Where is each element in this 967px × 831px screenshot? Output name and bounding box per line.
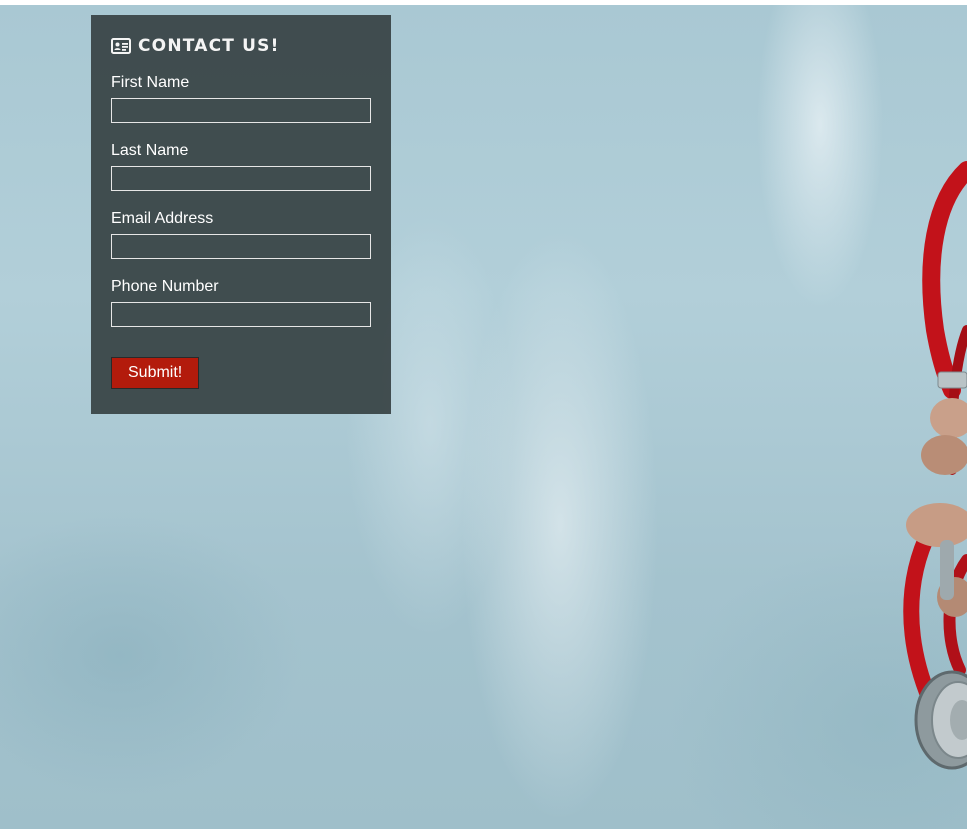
email-field-group: Email Address xyxy=(111,210,371,259)
last-name-input[interactable] xyxy=(111,166,371,191)
contact-form-title-text: CONTACT US! xyxy=(138,36,280,56)
email-label: Email Address xyxy=(111,210,214,227)
submit-button[interactable]: Submit! xyxy=(111,357,200,389)
phone-label: Phone Number xyxy=(111,278,219,295)
email-input[interactable] xyxy=(111,234,371,259)
first-name-field-group: First Name xyxy=(111,74,371,123)
first-name-label: First Name xyxy=(111,74,190,91)
contact-card-icon xyxy=(111,38,131,54)
phone-input[interactable] xyxy=(111,302,371,327)
phone-field-group: Phone Number xyxy=(111,278,371,327)
last-name-field-group: Last Name xyxy=(111,142,371,191)
last-name-label: Last Name xyxy=(111,142,189,159)
first-name-input[interactable] xyxy=(111,98,371,123)
contact-form-title: CONTACT US! xyxy=(111,35,371,57)
contact-form: CONTACT US! First Name Last Name Email A… xyxy=(91,15,391,414)
